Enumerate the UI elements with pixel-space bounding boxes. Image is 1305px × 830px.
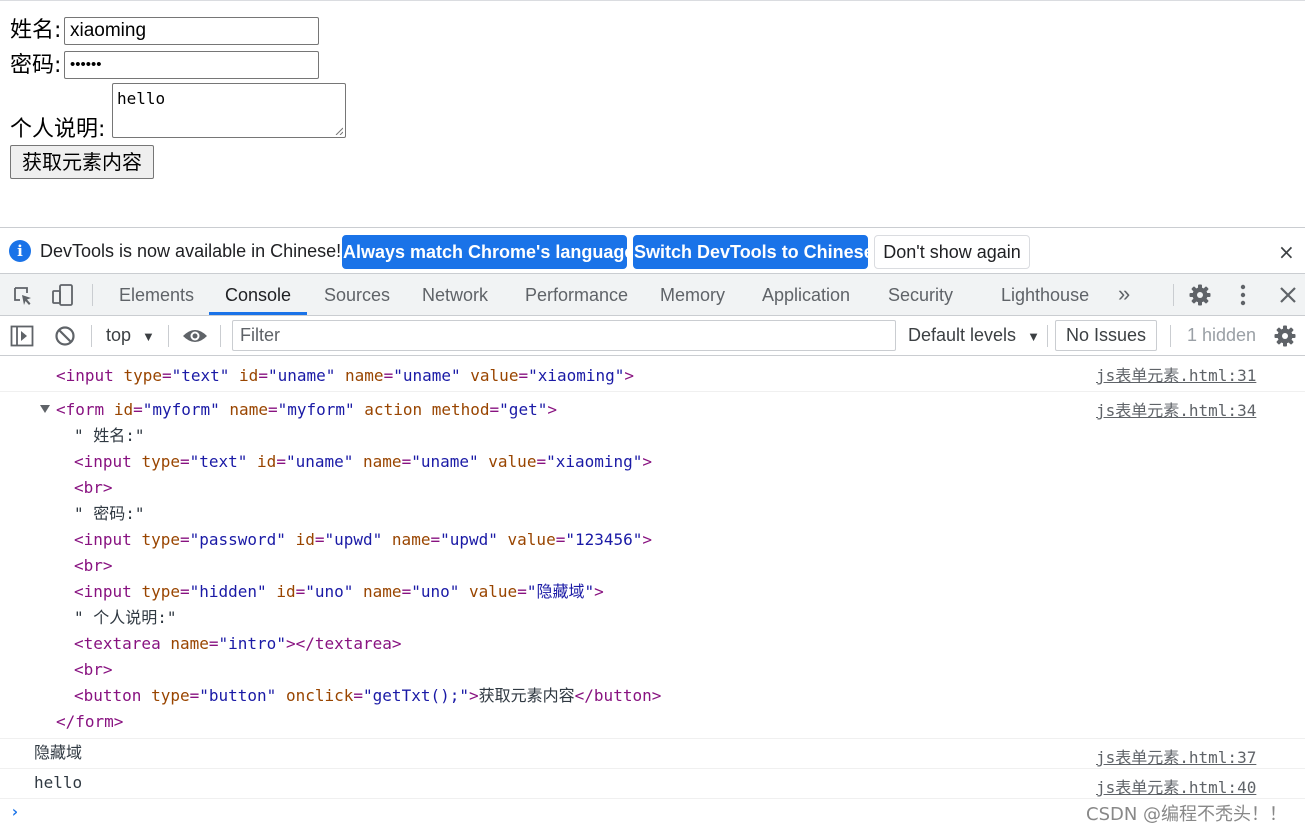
infobar-close-icon[interactable]: × bbox=[1278, 240, 1295, 264]
context-selector[interactable]: top ▼ bbox=[106, 325, 155, 346]
separator bbox=[92, 284, 93, 306]
console-prompt-icon[interactable]: › bbox=[10, 802, 20, 821]
tab-lighthouse[interactable]: Lighthouse bbox=[1001, 274, 1089, 315]
device-toolbar-icon[interactable] bbox=[51, 283, 75, 307]
tab-security[interactable]: Security bbox=[888, 274, 953, 315]
intro-text: hello bbox=[117, 89, 166, 108]
more-options-icon[interactable] bbox=[1232, 283, 1254, 307]
tree-line[interactable]: <input type="text" id="uname" name="unam… bbox=[74, 449, 652, 475]
password-label: 密码: bbox=[10, 53, 62, 78]
more-tabs-icon[interactable]: » bbox=[1118, 274, 1130, 315]
tab-elements[interactable]: Elements bbox=[119, 274, 194, 315]
expand-triangle-icon[interactable] bbox=[40, 405, 50, 413]
live-expression-eye-icon[interactable] bbox=[182, 326, 208, 346]
name-label: 姓名: bbox=[10, 18, 62, 43]
show-sidebar-icon[interactable] bbox=[10, 325, 34, 347]
info-icon: i bbox=[9, 240, 31, 262]
console-message: hello js表单元素.html:40 bbox=[0, 769, 1305, 799]
devtools-infobar: i DevTools is now available in Chinese! … bbox=[0, 227, 1305, 274]
tree-line[interactable]: <button type="button" onclick="getTxt();… bbox=[74, 683, 661, 709]
active-tab-indicator bbox=[209, 312, 307, 315]
log-text: hello bbox=[34, 773, 83, 792]
tab-console[interactable]: Console bbox=[225, 274, 291, 315]
tree-line[interactable]: " 密码:" bbox=[74, 501, 145, 527]
separator bbox=[1170, 325, 1171, 347]
console-output: <input type="text" id="uname" name="unam… bbox=[0, 356, 1305, 830]
tree-line[interactable]: " 姓名:" bbox=[74, 423, 145, 449]
tab-network[interactable]: Network bbox=[422, 274, 488, 315]
separator bbox=[220, 325, 221, 347]
tab-application[interactable]: Application bbox=[762, 274, 850, 315]
console-filter-input[interactable]: Filter bbox=[232, 320, 896, 351]
source-link[interactable]: js表单元素.html:37 bbox=[1096, 744, 1256, 768]
log-levels-dropdown[interactable]: Default levels ▼ bbox=[908, 325, 1040, 346]
watermark: CSDN @编程不秃头！！ bbox=[1086, 804, 1288, 825]
tree-line[interactable]: <br> bbox=[74, 657, 113, 683]
console-message: <input type="text" id="uname" name="unam… bbox=[0, 356, 1305, 392]
tree-line[interactable]: " 个人说明:" bbox=[74, 605, 177, 631]
resize-handle-icon[interactable] bbox=[335, 127, 343, 135]
password-input[interactable]: •••••• bbox=[64, 51, 319, 79]
separator bbox=[1173, 284, 1174, 306]
separator bbox=[91, 325, 92, 347]
separator bbox=[168, 325, 169, 347]
console-message: 隐藏域 js表单元素.html:37 bbox=[0, 739, 1305, 769]
always-match-language-button[interactable]: Always match Chrome's language bbox=[342, 235, 634, 269]
tree-line[interactable]: <br> bbox=[74, 475, 113, 501]
page-form: 姓名: xiaoming 密码: •••••• 个人说明: hello 获取元素… bbox=[0, 0, 1305, 226]
name-input[interactable]: xiaoming bbox=[64, 17, 319, 45]
console-settings-gear-icon[interactable] bbox=[1273, 324, 1297, 348]
context-label: top bbox=[106, 325, 132, 345]
tab-sources[interactable]: Sources bbox=[324, 274, 390, 315]
console-message: js表单元素.html:34 <form id="myform" name="m… bbox=[0, 392, 1305, 739]
source-link[interactable]: js表单元素.html:31 bbox=[1096, 362, 1256, 386]
tab-memory[interactable]: Memory bbox=[660, 274, 725, 315]
tree-line[interactable]: <textarea name="intro"></textarea> bbox=[74, 631, 402, 657]
console-toolbar: top ▼ Filter Default levels ▼ No Issues … bbox=[0, 316, 1305, 356]
infobar-message: DevTools is now available in Chinese! bbox=[40, 241, 342, 261]
issues-button[interactable]: No Issues bbox=[1055, 320, 1157, 351]
tree-line[interactable]: <input type="password" id="upwd" name="u… bbox=[74, 527, 652, 553]
source-link[interactable]: js表单元素.html:34 bbox=[1096, 397, 1256, 421]
tab-performance[interactable]: Performance bbox=[525, 274, 628, 315]
chevron-down-icon: ▼ bbox=[1027, 329, 1040, 344]
tree-line[interactable]: <br> bbox=[74, 553, 113, 579]
settings-gear-icon[interactable] bbox=[1188, 283, 1212, 307]
intro-label: 个人说明: bbox=[10, 117, 106, 142]
get-content-button[interactable]: 获取元素内容 bbox=[10, 145, 154, 179]
inspect-element-icon[interactable] bbox=[12, 285, 34, 307]
dont-show-again-button[interactable]: Don't show again bbox=[874, 235, 1030, 269]
log-levels-label: Default levels bbox=[908, 325, 1017, 345]
separator bbox=[1047, 325, 1048, 347]
devtools-tabbar: Elements Console Sources Network Perform… bbox=[0, 274, 1305, 316]
source-link[interactable]: js表单元素.html:40 bbox=[1096, 774, 1256, 798]
log-text: 隐藏域 bbox=[34, 743, 83, 762]
tree-line[interactable]: <input type="hidden" id="uno" name="uno"… bbox=[74, 579, 604, 605]
intro-textarea[interactable]: hello bbox=[112, 83, 346, 138]
tree-line[interactable]: <form id="myform" name="myform" action m… bbox=[56, 397, 557, 423]
clear-console-icon[interactable] bbox=[54, 325, 76, 347]
tree-line[interactable]: </form> bbox=[56, 709, 123, 735]
hidden-count: 1 hidden bbox=[1187, 325, 1257, 345]
chevron-down-icon: ▼ bbox=[142, 329, 155, 344]
switch-to-chinese-button[interactable]: Switch DevTools to Chinese bbox=[633, 235, 874, 269]
close-devtools-icon[interactable] bbox=[1278, 285, 1298, 305]
logged-element[interactable]: <input type="text" id="uname" name="unam… bbox=[56, 363, 634, 389]
